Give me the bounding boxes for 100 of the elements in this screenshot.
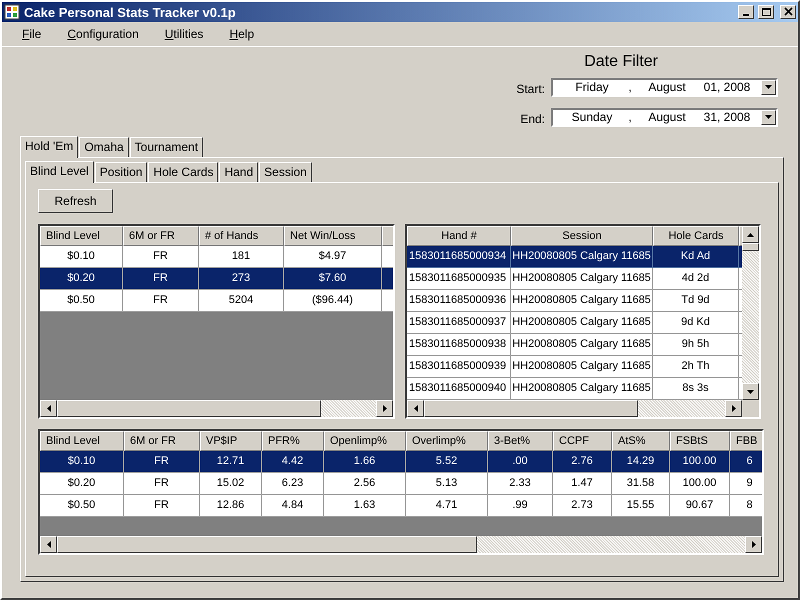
column-header[interactable]: Openlimp% [324,431,406,451]
tab[interactable]: Position [94,162,148,182]
scroll-down-button[interactable] [742,383,759,400]
tab[interactable]: Blind Level [25,161,94,183]
scroll-up-button[interactable] [742,226,759,243]
scroll-left-button[interactable] [407,400,424,417]
menu-item[interactable]: Help [221,27,262,41]
table-cell[interactable]: 2.56 [324,473,406,495]
table-cell[interactable]: FR [123,290,199,312]
table-cell[interactable]: HH20080805 Calgary 11685 [511,334,653,356]
table-cell[interactable]: HH20080805 Calgary 11685 [511,356,653,378]
menu-item[interactable]: Configuration [59,27,147,41]
table-cell[interactable]: FR [123,246,199,268]
table-cell[interactable]: 4.42 [262,451,324,473]
column-header[interactable]: FSBtS [670,431,730,451]
table-cell[interactable]: $0.10 [40,451,124,473]
table-cell[interactable]: 5.13 [406,473,488,495]
table-cell[interactable]: 15.55 [612,495,670,517]
table-cell[interactable]: 1.47 [553,473,612,495]
table-cell[interactable]: FR [124,451,200,473]
scrollbar-thumb[interactable] [742,243,759,251]
date-picker[interactable]: Sunday , August 31, 2008 [551,108,778,126]
table-cell[interactable]: 1583011685000939 [407,356,511,378]
column-header[interactable]: 3-Bet% [488,431,553,451]
table-cell[interactable]: 100.00 [670,451,730,473]
table-cell[interactable]: Kd Ad [653,246,739,268]
table-cell[interactable]: 14.29 [612,451,670,473]
table-cell[interactable]: 9 [730,473,762,495]
table-cell[interactable]: 5.52 [406,451,488,473]
table-cell[interactable]: 1.66 [324,451,406,473]
tab[interactable]: Hand [219,162,258,182]
table-cell[interactable]: $4.97 [284,246,382,268]
column-header[interactable]: Hand # [407,226,511,246]
table-cell[interactable]: 8 [730,495,762,517]
scroll-right-button[interactable] [745,536,762,553]
column-header[interactable]: 6M or FR [124,431,200,451]
column-header[interactable]: # of Hands [199,226,284,246]
tab[interactable]: Hold 'Em [20,136,78,158]
tab[interactable]: Session [259,162,312,182]
table-cell[interactable]: HH20080805 Calgary 11685 [511,268,653,290]
close-button[interactable] [780,5,796,19]
table-cell[interactable]: 4d 2d [653,268,739,290]
column-header[interactable]: FBB [730,431,762,451]
horizontal-scrollbar[interactable] [407,400,742,417]
table-cell[interactable]: HH20080805 Calgary 11685 [511,378,653,400]
table-cell[interactable]: 1583011685000934 [407,246,511,268]
table-cell[interactable]: 2.76 [553,451,612,473]
table-cell[interactable]: 1583011685000935 [407,268,511,290]
vertical-scrollbar[interactable] [742,226,759,400]
dropdown-button[interactable] [761,80,776,94]
table-cell[interactable]: 5204 [199,290,284,312]
scroll-left-button[interactable] [40,536,57,553]
table-cell[interactable]: FR [124,495,200,517]
table-cell[interactable]: 8s 3s [653,378,739,400]
column-header[interactable]: Blind Level [40,431,124,451]
column-header[interactable]: Overlimp% [406,431,488,451]
table-cell[interactable]: $0.20 [40,473,124,495]
column-header[interactable]: Net Win/Loss [284,226,382,246]
table-cell[interactable]: .00 [488,451,553,473]
table-cell[interactable]: 4.71 [406,495,488,517]
scrollbar-thumb[interactable] [57,536,477,553]
table-cell[interactable]: 6 [730,451,762,473]
dropdown-button[interactable] [761,110,776,124]
table-cell[interactable]: 2h Th [653,356,739,378]
table-cell[interactable]: 31.58 [612,473,670,495]
menu-item[interactable]: Utilities [156,27,212,41]
table-cell[interactable]: FR [123,268,199,290]
table-cell[interactable]: 1583011685000936 [407,290,511,312]
column-header[interactable]: VP$IP [200,431,262,451]
table-cell[interactable]: 9h 5h [653,334,739,356]
minimize-button[interactable] [738,5,754,19]
column-header[interactable]: Session [511,226,653,246]
scrollbar-thumb[interactable] [57,400,321,417]
column-header[interactable]: Hole Cards [653,226,739,246]
tab[interactable]: Tournament [130,137,204,157]
tab[interactable]: Omaha [79,137,129,157]
table-cell[interactable]: 273 [199,268,284,290]
table-cell[interactable]: 1.63 [324,495,406,517]
table-cell[interactable]: 2.33 [488,473,553,495]
table-cell[interactable]: HH20080805 Calgary 11685 [511,290,653,312]
table-cell[interactable]: $0.10 [40,246,123,268]
table-cell[interactable]: HH20080805 Calgary 11685 [511,312,653,334]
table-cell[interactable]: 9d Kd [653,312,739,334]
table-cell[interactable]: $0.50 [40,290,123,312]
table-cell[interactable]: 15.02 [200,473,262,495]
refresh-button[interactable]: Refresh [38,189,113,213]
date-picker[interactable]: Friday , August 01, 2008 [551,78,778,96]
column-header[interactable]: 6M or FR [123,226,199,246]
menu-item[interactable]: File [14,27,50,41]
scroll-right-button[interactable] [376,400,393,417]
table-cell[interactable]: 12.71 [200,451,262,473]
scroll-left-button[interactable] [40,400,57,417]
table-cell[interactable]: 12.86 [200,495,262,517]
horizontal-scrollbar[interactable] [40,536,762,553]
table-cell[interactable]: 100.00 [670,473,730,495]
table-cell[interactable]: 1583011685000940 [407,378,511,400]
table-cell[interactable]: ($96.44) [284,290,382,312]
scrollbar-thumb[interactable] [424,400,638,417]
table-cell[interactable]: HH20080805 Calgary 11685 [511,246,653,268]
maximize-button[interactable] [758,5,774,19]
